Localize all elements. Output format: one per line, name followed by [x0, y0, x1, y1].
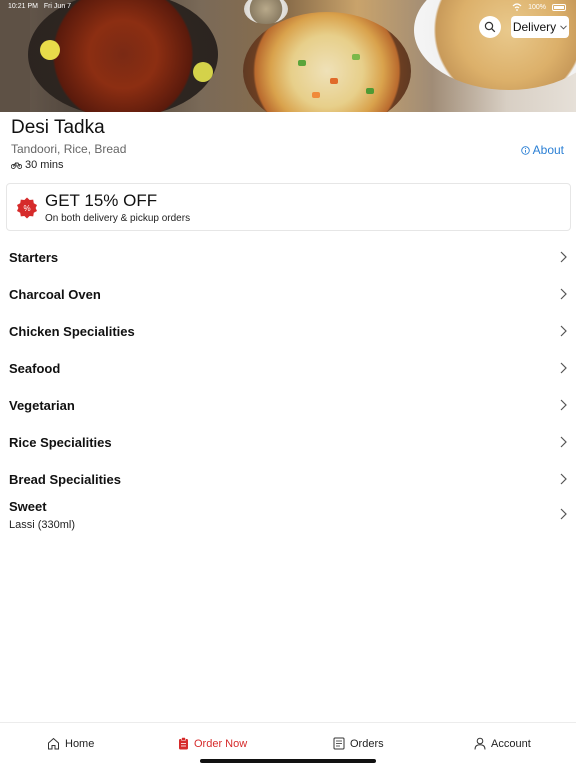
wifi-icon: [512, 3, 522, 11]
delivery-mode-dropdown[interactable]: Delivery: [511, 16, 569, 38]
biryani-bowl: [243, 12, 411, 112]
status-bar-left: 10:21 PM Fri Jun 7: [8, 3, 71, 10]
chevron-right-icon: [560, 436, 567, 448]
menu-category-label: Seafood: [9, 361, 61, 376]
tab-orders[interactable]: Orders: [333, 737, 384, 750]
menu-category-label: Bread Specialities: [9, 472, 121, 487]
restaurant-name: Desi Tadka: [11, 117, 105, 138]
tab-account[interactable]: Account: [474, 737, 531, 750]
menu-category-vegetarian[interactable]: Vegetarian: [0, 388, 576, 424]
menu-category-charcoal-oven[interactable]: Charcoal Oven: [0, 277, 576, 313]
home-indicator: [200, 759, 376, 763]
menu-category-label: Sweet: [9, 499, 47, 514]
menu-category-chicken-specialities[interactable]: Chicken Specialities: [0, 314, 576, 350]
chevron-right-icon: [560, 288, 567, 300]
tab-label: Order Now: [194, 737, 248, 750]
tab-label: Account: [491, 737, 531, 750]
discount-badge-icon: %: [17, 197, 37, 219]
restaurant-cuisines: Tandoori, Rice, Bread: [11, 142, 127, 156]
receipt-icon: [333, 737, 345, 750]
search-icon: [484, 21, 496, 33]
menu-category-label: Rice Specialities: [9, 435, 112, 450]
offer-title: GET 15% OFF: [45, 191, 158, 210]
chevron-right-icon: [560, 362, 567, 374]
user-icon: [474, 737, 486, 750]
tab-label: Orders: [350, 737, 384, 750]
discount-offer-card[interactable]: % GET 15% OFF On both delivery & pickup …: [6, 183, 571, 231]
menu-category-seafood[interactable]: Seafood: [0, 351, 576, 387]
delivery-time-value: 30 mins: [25, 159, 64, 171]
offer-subtitle: On both delivery & pickup orders: [45, 213, 191, 224]
about-link[interactable]: About: [520, 143, 564, 157]
menu-category-sweet[interactable]: Sweet Lassi (330ml): [0, 489, 576, 537]
info-icon: [520, 145, 530, 155]
tab-label: Home: [65, 737, 95, 750]
chevron-right-icon: [560, 473, 567, 485]
status-bar-right: 100%: [512, 3, 566, 11]
order-icon: [179, 737, 188, 750]
chevron-down-icon: [560, 24, 568, 30]
tab-home[interactable]: Home: [47, 737, 94, 750]
svg-text:%: %: [23, 204, 30, 213]
bicycle-icon: [11, 162, 22, 169]
about-label: About: [532, 143, 564, 157]
naan-plate: [414, 0, 576, 90]
menu-category-starters[interactable]: Starters: [0, 240, 576, 276]
menu-category-label: Starters: [9, 250, 59, 265]
chevron-right-icon: [560, 399, 567, 411]
status-time: 10:21 PM: [8, 3, 38, 10]
chevron-right-icon: [560, 325, 567, 337]
delivery-time: 30 mins: [11, 159, 64, 171]
chevron-right-icon: [560, 508, 567, 520]
battery-icon: [552, 3, 566, 11]
tab-order-now[interactable]: Order Now: [178, 737, 247, 750]
restaurant-hero-image: 10:21 PM Fri Jun 7 100% Delivery: [0, 0, 576, 112]
menu-category-label: Chicken Specialities: [9, 324, 135, 339]
menu-category-preview: Lassi (330ml): [9, 519, 76, 531]
menu-category-rice-specialities[interactable]: Rice Specialities: [0, 425, 576, 461]
battery-percent: 100%: [528, 3, 546, 11]
menu-category-label: Vegetarian: [9, 398, 75, 413]
delivery-mode-label: Delivery: [512, 20, 557, 34]
search-button[interactable]: [479, 16, 501, 38]
chevron-right-icon: [560, 251, 567, 263]
status-date: Fri Jun 7: [43, 3, 72, 10]
menu-category-label: Charcoal Oven: [9, 287, 101, 302]
home-icon: [48, 737, 59, 750]
